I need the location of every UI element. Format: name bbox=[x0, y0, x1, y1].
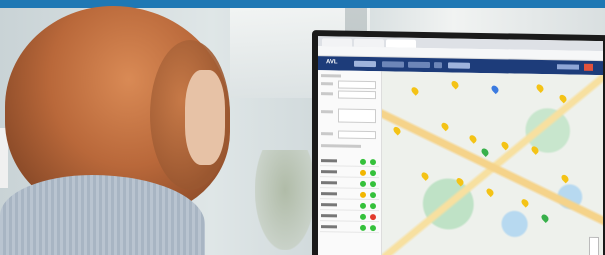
desktop-monitor: AVL bbox=[312, 30, 605, 255]
list-item-label bbox=[321, 225, 337, 229]
list-item-label bbox=[321, 181, 337, 185]
sidebar-label bbox=[321, 132, 333, 136]
map-pin-icon[interactable] bbox=[500, 140, 510, 151]
app-logo[interactable]: AVL bbox=[326, 59, 342, 67]
map-pin-icon[interactable] bbox=[410, 85, 420, 96]
map-pin-icon[interactable] bbox=[468, 133, 478, 144]
map-pin-icon[interactable] bbox=[440, 121, 450, 132]
list-item[interactable] bbox=[320, 178, 379, 190]
map-pin-icon[interactable] bbox=[455, 176, 465, 187]
status-indicator bbox=[360, 158, 366, 165]
filter-field[interactable] bbox=[338, 80, 376, 90]
map-pin-icon[interactable] bbox=[480, 147, 490, 157]
status-indicator bbox=[370, 192, 376, 199]
status-indicator bbox=[360, 213, 366, 220]
status-indicator bbox=[370, 170, 376, 177]
list-item[interactable] bbox=[320, 211, 379, 223]
sidebar-heading bbox=[321, 74, 341, 78]
list-item-label bbox=[321, 159, 337, 163]
list-item[interactable] bbox=[320, 222, 379, 234]
map-pin-icon[interactable] bbox=[490, 84, 500, 95]
person-cheek bbox=[185, 70, 225, 165]
list-item-label bbox=[321, 214, 337, 218]
sidebar-divider bbox=[321, 144, 361, 148]
map-pin-icon[interactable] bbox=[540, 213, 550, 224]
list-item[interactable] bbox=[320, 167, 379, 179]
list-item-label bbox=[321, 203, 337, 207]
list-item[interactable] bbox=[320, 189, 379, 201]
map-pin-icon[interactable] bbox=[560, 173, 570, 184]
nav-item[interactable] bbox=[408, 61, 430, 69]
list-item[interactable] bbox=[320, 200, 379, 212]
photo-frame: AVL bbox=[0, 0, 605, 255]
list-item[interactable] bbox=[320, 156, 379, 168]
nav-item[interactable] bbox=[448, 62, 470, 69]
list-item-label bbox=[321, 170, 337, 174]
status-indicator bbox=[360, 224, 366, 231]
status-indicator bbox=[370, 159, 376, 166]
nav-item[interactable] bbox=[382, 61, 404, 68]
nav-item[interactable] bbox=[434, 62, 442, 69]
map-pin-icon[interactable] bbox=[535, 83, 545, 93]
map-pin-icon[interactable] bbox=[392, 125, 402, 136]
monitor-screen: AVL bbox=[318, 36, 603, 255]
sidebar-label bbox=[321, 82, 333, 86]
map-pin-icon[interactable] bbox=[485, 187, 495, 198]
map-pin-icon[interactable] bbox=[558, 93, 568, 104]
background-plant bbox=[255, 150, 315, 250]
user-menu[interactable] bbox=[557, 64, 579, 70]
sidebar-label bbox=[321, 92, 333, 96]
status-indicator bbox=[370, 181, 376, 188]
top-accent-strip bbox=[0, 0, 605, 8]
sidebar-label bbox=[321, 110, 333, 114]
filter-field[interactable] bbox=[338, 130, 376, 140]
status-indicator bbox=[370, 225, 376, 232]
sidebar bbox=[318, 70, 382, 255]
list-item-label bbox=[321, 192, 337, 196]
map-pin-icon[interactable] bbox=[530, 144, 540, 155]
status-indicator bbox=[370, 203, 376, 210]
status-indicator bbox=[360, 180, 366, 187]
status-indicator bbox=[360, 191, 366, 198]
filter-field[interactable] bbox=[338, 108, 376, 124]
flag-icon[interactable] bbox=[584, 63, 593, 71]
map-zoom-control[interactable] bbox=[589, 236, 599, 255]
filter-field[interactable] bbox=[338, 90, 376, 100]
status-indicator bbox=[370, 214, 376, 221]
status-indicator bbox=[360, 169, 366, 176]
nav-item[interactable] bbox=[354, 60, 376, 68]
map-pin-icon[interactable] bbox=[450, 79, 460, 90]
status-indicator bbox=[360, 202, 366, 209]
map-view[interactable] bbox=[382, 71, 603, 255]
map-pin-icon[interactable] bbox=[420, 171, 430, 181]
map-pin-icon[interactable] bbox=[520, 197, 530, 208]
